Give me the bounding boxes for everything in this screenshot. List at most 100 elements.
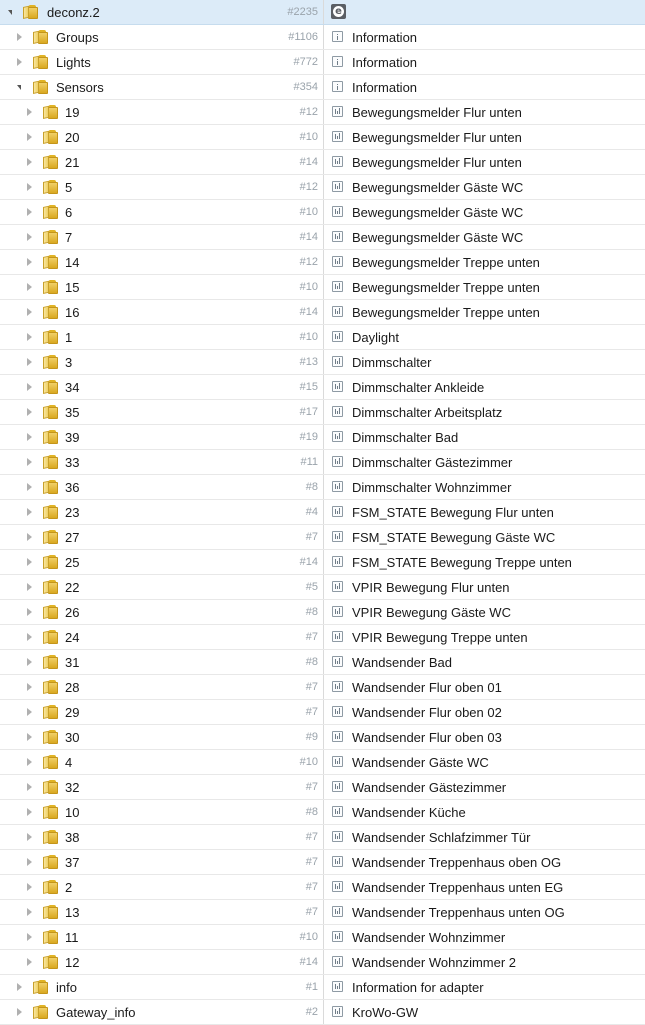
collapsed-arrow-icon[interactable] bbox=[27, 133, 32, 141]
collapsed-arrow-icon[interactable] bbox=[27, 758, 32, 766]
tree-row[interactable]: 11 #10 Wandsender Wohnzimmer bbox=[0, 925, 645, 950]
tree-row[interactable]: 33 #11 Dimmschalter Gästezimmer bbox=[0, 450, 645, 475]
tree-row[interactable]: 13 #7 Wandsender Treppenhaus unten OG bbox=[0, 900, 645, 925]
folder-icon bbox=[43, 380, 59, 394]
tree-row[interactable]: 15 #10 Bewegungsmelder Treppe unten bbox=[0, 275, 645, 300]
column-divider bbox=[323, 925, 324, 949]
collapsed-arrow-icon[interactable] bbox=[27, 308, 32, 316]
tree-row[interactable]: 1 #10 Daylight bbox=[0, 325, 645, 350]
collapsed-arrow-icon[interactable] bbox=[27, 658, 32, 666]
collapsed-arrow-icon[interactable] bbox=[27, 283, 32, 291]
tree-row[interactable]: 35 #17 Dimmschalter Arbeitsplatz bbox=[0, 400, 645, 425]
tree-row[interactable]: 4 #10 Wandsender Gäste WC bbox=[0, 750, 645, 775]
tree-row[interactable]: 10 #8 Wandsender Küche bbox=[0, 800, 645, 825]
collapsed-arrow-icon[interactable] bbox=[17, 1008, 22, 1016]
collapsed-arrow-icon[interactable] bbox=[27, 383, 32, 391]
column-divider bbox=[323, 0, 324, 24]
tree-row[interactable]: Gateway_info #2 KroWo-GW bbox=[0, 1000, 645, 1025]
collapsed-arrow-icon[interactable] bbox=[27, 508, 32, 516]
folder-icon bbox=[43, 430, 59, 444]
tree-row[interactable]: 29 #7 Wandsender Flur oben 02 bbox=[0, 700, 645, 725]
tree-row[interactable]: 14 #12 Bewegungsmelder Treppe unten bbox=[0, 250, 645, 275]
collapsed-arrow-icon[interactable] bbox=[27, 583, 32, 591]
tree-row[interactable]: 6 #10 Bewegungsmelder Gäste WC bbox=[0, 200, 645, 225]
tree-row[interactable]: 16 #14 Bewegungsmelder Treppe unten bbox=[0, 300, 645, 325]
collapsed-arrow-icon[interactable] bbox=[27, 433, 32, 441]
tree-row[interactable]: info #1 Information for adapter bbox=[0, 975, 645, 1000]
tree-row[interactable]: 31 #8 Wandsender Bad bbox=[0, 650, 645, 675]
tree-row[interactable]: 38 #7 Wandsender Schlafzimmer Tür bbox=[0, 825, 645, 850]
collapsed-arrow-icon[interactable] bbox=[27, 958, 32, 966]
collapsed-arrow-icon[interactable] bbox=[27, 933, 32, 941]
collapsed-arrow-icon[interactable] bbox=[27, 358, 32, 366]
tree-row[interactable]: 7 #14 Bewegungsmelder Gäste WC bbox=[0, 225, 645, 250]
tree-row[interactable]: 39 #19 Dimmschalter Bad bbox=[0, 425, 645, 450]
collapsed-arrow-icon[interactable] bbox=[27, 908, 32, 916]
collapsed-arrow-icon[interactable] bbox=[27, 808, 32, 816]
tree-row[interactable]: Lights #772 Information bbox=[0, 50, 645, 75]
object-name: 15 bbox=[65, 280, 80, 295]
tree-row[interactable]: 22 #5 VPIR Bewegung Flur unten bbox=[0, 575, 645, 600]
collapsed-arrow-icon[interactable] bbox=[27, 733, 32, 741]
collapsed-arrow-icon[interactable] bbox=[27, 858, 32, 866]
collapsed-arrow-icon[interactable] bbox=[27, 333, 32, 341]
collapsed-arrow-icon[interactable] bbox=[27, 408, 32, 416]
collapsed-arrow-icon[interactable] bbox=[27, 233, 32, 241]
collapsed-arrow-icon[interactable] bbox=[27, 708, 32, 716]
tree-row[interactable]: 32 #7 Wandsender Gästezimmer bbox=[0, 775, 645, 800]
collapsed-arrow-icon[interactable] bbox=[27, 883, 32, 891]
expanded-arrow-icon[interactable] bbox=[8, 10, 12, 15]
tree-row[interactable]: 28 #7 Wandsender Flur oben 01 bbox=[0, 675, 645, 700]
info-icon bbox=[332, 56, 343, 67]
collapsed-arrow-icon[interactable] bbox=[27, 208, 32, 216]
collapsed-arrow-icon[interactable] bbox=[27, 833, 32, 841]
collapsed-arrow-icon[interactable] bbox=[27, 633, 32, 641]
collapsed-arrow-icon[interactable] bbox=[17, 58, 22, 66]
object-title: Wandsender Wohnzimmer 2 bbox=[352, 955, 517, 970]
object-name: Lights bbox=[56, 55, 91, 70]
tree-row[interactable]: 24 #7 VPIR Bewegung Treppe unten bbox=[0, 625, 645, 650]
collapsed-arrow-icon[interactable] bbox=[27, 533, 32, 541]
tree-row[interactable]: 27 #7 FSM_STATE Bewegung Gäste WC bbox=[0, 525, 645, 550]
tree-row[interactable]: Groups #1106 Information bbox=[0, 25, 645, 50]
expanded-arrow-icon[interactable] bbox=[17, 85, 21, 90]
channel-icon bbox=[332, 606, 343, 617]
collapsed-arrow-icon[interactable] bbox=[27, 183, 32, 191]
collapsed-arrow-icon[interactable] bbox=[17, 33, 22, 41]
collapsed-arrow-icon[interactable] bbox=[27, 108, 32, 116]
object-count: #7 bbox=[305, 681, 318, 693]
collapsed-arrow-icon[interactable] bbox=[27, 458, 32, 466]
tree-row[interactable]: 30 #9 Wandsender Flur oben 03 bbox=[0, 725, 645, 750]
tree-row[interactable]: Sensors #354 Information bbox=[0, 75, 645, 100]
tree-row[interactable]: 21 #14 Bewegungsmelder Flur unten bbox=[0, 150, 645, 175]
tree-row[interactable]: 20 #10 Bewegungsmelder Flur unten bbox=[0, 125, 645, 150]
tree-row[interactable]: 36 #8 Dimmschalter Wohnzimmer bbox=[0, 475, 645, 500]
collapsed-arrow-icon[interactable] bbox=[27, 683, 32, 691]
tree-row[interactable]: 2 #7 Wandsender Treppenhaus unten EG bbox=[0, 875, 645, 900]
object-name: Gateway_info bbox=[56, 1005, 136, 1020]
collapsed-arrow-icon[interactable] bbox=[27, 483, 32, 491]
tree-row[interactable]: 5 #12 Bewegungsmelder Gäste WC bbox=[0, 175, 645, 200]
collapsed-arrow-icon[interactable] bbox=[27, 783, 32, 791]
folder-icon bbox=[43, 905, 59, 919]
tree-row[interactable]: deconz.2 #2235 e bbox=[0, 0, 645, 25]
tree-row[interactable]: 25 #14 FSM_STATE Bewegung Treppe unten bbox=[0, 550, 645, 575]
channel-icon bbox=[332, 106, 343, 117]
collapsed-arrow-icon[interactable] bbox=[27, 258, 32, 266]
collapsed-arrow-icon[interactable] bbox=[27, 558, 32, 566]
tree-row[interactable]: 12 #14 Wandsender Wohnzimmer 2 bbox=[0, 950, 645, 975]
tree-row[interactable]: 23 #4 FSM_STATE Bewegung Flur unten bbox=[0, 500, 645, 525]
collapsed-arrow-icon[interactable] bbox=[17, 983, 22, 991]
tree-row[interactable]: 34 #15 Dimmschalter Ankleide bbox=[0, 375, 645, 400]
object-name: 31 bbox=[65, 655, 80, 670]
tree-row[interactable]: 3 #13 Dimmschalter bbox=[0, 350, 645, 375]
collapsed-arrow-icon[interactable] bbox=[27, 158, 32, 166]
channel-icon bbox=[332, 706, 343, 717]
object-name: 4 bbox=[65, 755, 73, 770]
tree-row[interactable]: 19 #12 Bewegungsmelder Flur unten bbox=[0, 100, 645, 125]
collapsed-arrow-icon[interactable] bbox=[27, 608, 32, 616]
tree-row[interactable]: 26 #8 VPIR Bewegung Gäste WC bbox=[0, 600, 645, 625]
object-title: Dimmschalter Wohnzimmer bbox=[352, 480, 512, 495]
tree-row[interactable]: 37 #7 Wandsender Treppenhaus oben OG bbox=[0, 850, 645, 875]
object-count: #17 bbox=[299, 406, 318, 418]
